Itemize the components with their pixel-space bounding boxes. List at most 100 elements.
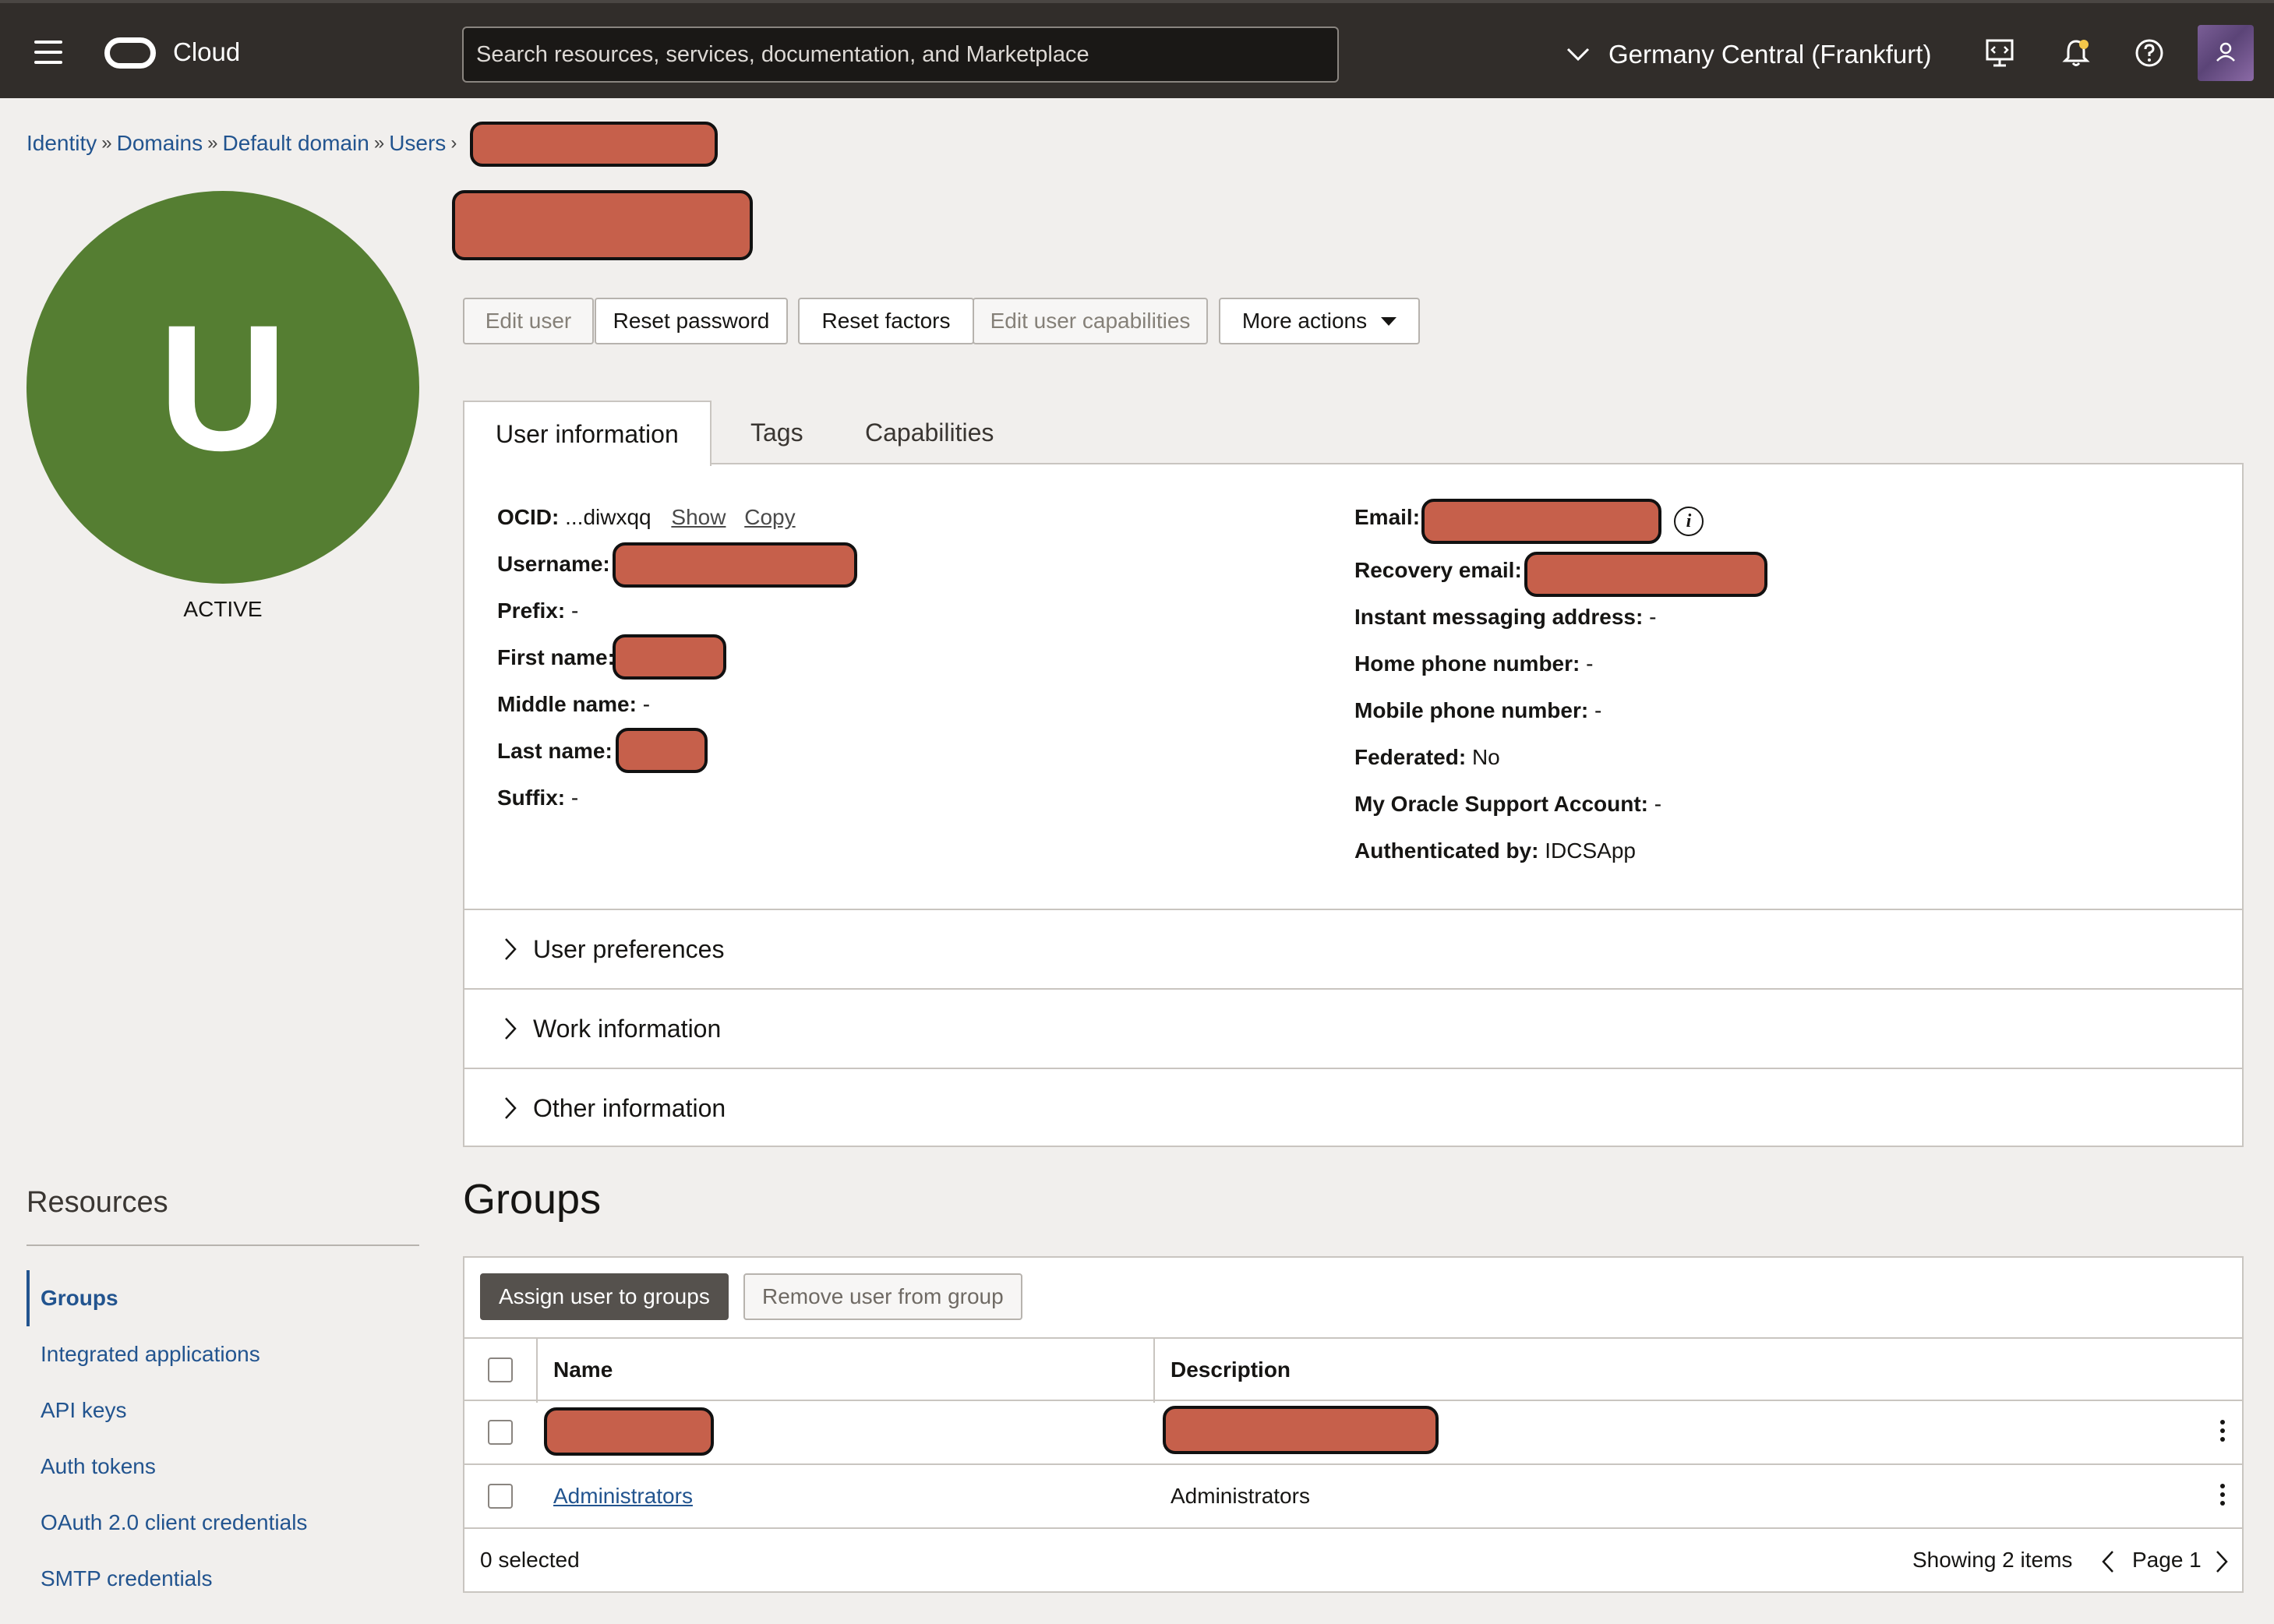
group-name-link[interactable]: Administrators (553, 1484, 693, 1508)
next-page-icon[interactable] (2215, 1549, 2229, 1574)
hamburger-menu-icon[interactable] (34, 41, 62, 64)
tab-user-information[interactable]: User information (463, 401, 712, 466)
im-address-field: Instant messaging address: - (1354, 605, 1656, 630)
groups-heading: Groups (463, 1176, 602, 1223)
middle-name-label: Middle name: (497, 692, 637, 716)
im-address-value: - (1649, 605, 1657, 629)
groups-table-panel: Assign user to groups Remove user from g… (463, 1256, 2244, 1593)
search-input[interactable] (462, 26, 1339, 83)
oracle-logo-icon[interactable] (104, 37, 156, 69)
row-checkbox[interactable] (488, 1420, 513, 1445)
chevron-down-icon (1566, 48, 1590, 62)
breadcrumb-users[interactable]: Users (389, 131, 446, 156)
work-information-section[interactable]: Work information (464, 988, 2242, 1068)
redacted-email (1421, 499, 1661, 544)
row-actions-kebab-icon[interactable] (2220, 1420, 2226, 1445)
notifications-bell-icon[interactable] (2060, 37, 2092, 69)
mos-account-label: My Oracle Support Account: (1354, 792, 1649, 816)
group-name-cell: Administrators (553, 1484, 693, 1509)
edit-user-capabilities-button[interactable]: Edit user capabilities (973, 298, 1208, 344)
row-checkbox[interactable] (488, 1484, 513, 1509)
resource-item-integrated-applications[interactable]: Integrated applications (41, 1342, 260, 1367)
prefix-field: Prefix: - (497, 598, 578, 623)
user-information-panel: OCID: ...diwxqq Show Copy Username: Pref… (463, 463, 2244, 1147)
suffix-label: Suffix: (497, 786, 566, 810)
ocid-show-link[interactable]: Show (671, 505, 726, 529)
mobile-phone-value: - (1594, 698, 1602, 722)
table-header: Name Description (464, 1337, 2242, 1403)
group-description-cell: Administrators (1171, 1484, 1310, 1508)
reset-factors-button[interactable]: Reset factors (798, 298, 974, 344)
help-icon[interactable] (2134, 37, 2165, 69)
ocid-copy-link[interactable]: Copy (744, 505, 795, 529)
breadcrumb-identity[interactable]: Identity (26, 131, 97, 156)
resource-item-oauth-credentials[interactable]: OAuth 2.0 client credentials (41, 1510, 307, 1535)
ocid-field: OCID: ...diwxqq Show Copy (497, 505, 796, 530)
redacted-breadcrumb-user (470, 122, 718, 167)
chevron-right-icon (505, 1018, 517, 1040)
edit-user-button[interactable]: Edit user (463, 298, 594, 344)
authenticated-by-value: IDCSApp (1545, 838, 1636, 863)
home-phone-value: - (1586, 651, 1594, 676)
redacted-username (613, 542, 857, 588)
authenticated-by-field: Authenticated by: IDCSApp (1354, 838, 1636, 863)
resource-item-api-keys[interactable]: API keys (41, 1398, 126, 1423)
authenticated-by-label: Authenticated by: (1354, 838, 1539, 863)
redacted-group-description (1163, 1406, 1439, 1454)
selected-count: 0 selected (480, 1548, 580, 1572)
column-divider (1153, 1339, 1155, 1403)
profile-avatar[interactable] (2198, 25, 2254, 81)
region-selector[interactable]: Germany Central (Frankfurt) (1566, 39, 1931, 70)
redacted-first-name (613, 634, 726, 680)
tab-capabilities[interactable]: Capabilities (865, 401, 994, 464)
username-label: Username: (497, 552, 610, 576)
previous-page-icon[interactable] (2101, 1549, 2115, 1574)
last-name-field: Last name: (497, 739, 613, 764)
assign-user-to-groups-button[interactable]: Assign user to groups (480, 1273, 729, 1320)
breadcrumb-domains[interactable]: Domains (117, 131, 203, 156)
user-icon (2216, 42, 2235, 62)
page-number: Page 1 (2132, 1548, 2202, 1572)
chevron-right-icon (505, 1097, 517, 1119)
info-icon[interactable]: i (1674, 507, 1704, 536)
row-actions-kebab-icon[interactable] (2220, 1484, 2226, 1509)
column-header-name[interactable]: Name (553, 1357, 613, 1382)
recovery-email-field: Recovery email: (1354, 558, 1522, 583)
resource-item-auth-tokens[interactable]: Auth tokens (41, 1454, 156, 1479)
recovery-email-label: Recovery email: (1354, 558, 1522, 582)
other-information-label: Other information (533, 1093, 726, 1122)
breadcrumb-separator-icon: › (450, 132, 457, 154)
home-phone-label: Home phone number: (1354, 651, 1580, 676)
remove-user-from-group-button[interactable]: Remove user from group (743, 1273, 1022, 1320)
resource-item-groups[interactable]: Groups (41, 1286, 118, 1311)
middle-name-value: - (642, 692, 651, 716)
brand-name[interactable]: Cloud (173, 37, 240, 67)
other-information-section[interactable]: Other information (464, 1068, 2242, 1147)
more-actions-button[interactable]: More actions (1219, 298, 1420, 344)
middle-name-field: Middle name: - (497, 692, 650, 717)
home-phone-field: Home phone number: - (1354, 651, 1593, 676)
breadcrumb-default-domain[interactable]: Default domain (222, 131, 369, 156)
redacted-group-name (544, 1407, 714, 1456)
email-label: Email: (1354, 505, 1421, 529)
tab-tags[interactable]: Tags (750, 401, 803, 464)
suffix-value: - (570, 786, 579, 810)
suffix-field: Suffix: - (497, 786, 578, 810)
select-all-checkbox[interactable] (488, 1357, 513, 1382)
last-name-label: Last name: (497, 739, 613, 763)
resource-item-smtp-credentials[interactable]: SMTP credentials (41, 1566, 212, 1591)
im-address-label: Instant messaging address: (1354, 605, 1644, 629)
developer-tools-icon[interactable] (1984, 37, 2015, 69)
table-footer: 0 selected Showing 2 items Page 1 (464, 1529, 2242, 1591)
top-navigation-bar: Cloud Germany Central (Frankfurt) (0, 0, 2274, 98)
user-status: ACTIVE (183, 597, 263, 621)
user-preferences-section[interactable]: User preferences (464, 909, 2242, 988)
chevron-right-icon (505, 938, 517, 960)
table-row (464, 1401, 2242, 1465)
column-header-description[interactable]: Description (1171, 1357, 1291, 1382)
resources-heading: Resources (26, 1186, 168, 1219)
reset-password-button[interactable]: Reset password (595, 298, 788, 344)
redacted-last-name (616, 728, 708, 773)
breadcrumb-separator-icon: » (373, 132, 385, 154)
username-field: Username: (497, 552, 610, 577)
